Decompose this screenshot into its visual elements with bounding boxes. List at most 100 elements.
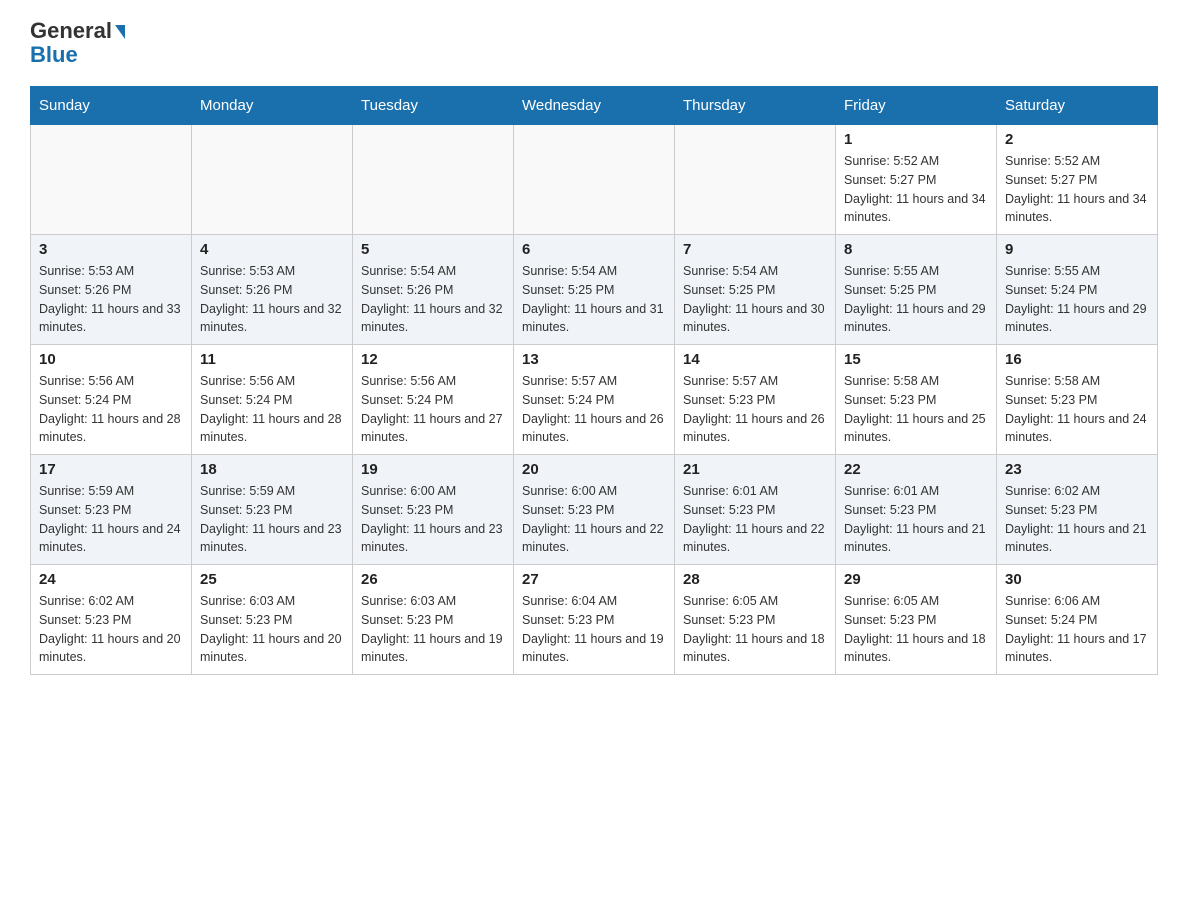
day-info: Sunrise: 5:53 AM Sunset: 5:26 PM Dayligh… (39, 262, 183, 337)
calendar-week-row: 1 Sunrise: 5:52 AM Sunset: 5:27 PM Daylig… (31, 125, 1158, 235)
day-number: 21 (683, 461, 827, 478)
calendar-cell: 17 Sunrise: 5:59 AM Sunset: 5:23 PM Dayli… (31, 455, 192, 565)
day-info: Sunrise: 6:01 AM Sunset: 5:23 PM Dayligh… (683, 482, 827, 557)
calendar-cell: 7 Sunrise: 5:54 AM Sunset: 5:25 PM Daylig… (675, 235, 836, 345)
calendar-cell (31, 125, 192, 235)
day-info: Sunrise: 6:06 AM Sunset: 5:24 PM Dayligh… (1005, 592, 1149, 667)
day-number: 8 (844, 241, 988, 258)
day-number: 23 (1005, 461, 1149, 478)
day-info: Sunrise: 6:00 AM Sunset: 5:23 PM Dayligh… (522, 482, 666, 557)
calendar-cell (514, 125, 675, 235)
day-info: Sunrise: 5:52 AM Sunset: 5:27 PM Dayligh… (1005, 152, 1149, 227)
logo: General Blue (30, 20, 125, 66)
day-info: Sunrise: 6:02 AM Sunset: 5:23 PM Dayligh… (1005, 482, 1149, 557)
day-header-sunday: Sunday (31, 87, 192, 125)
day-info: Sunrise: 5:54 AM Sunset: 5:26 PM Dayligh… (361, 262, 505, 337)
day-number: 13 (522, 351, 666, 368)
day-number: 9 (1005, 241, 1149, 258)
day-number: 27 (522, 571, 666, 588)
calendar-cell: 20 Sunrise: 6:00 AM Sunset: 5:23 PM Dayli… (514, 455, 675, 565)
day-info: Sunrise: 6:03 AM Sunset: 5:23 PM Dayligh… (361, 592, 505, 667)
day-number: 22 (844, 461, 988, 478)
calendar-cell: 15 Sunrise: 5:58 AM Sunset: 5:23 PM Dayli… (836, 345, 997, 455)
calendar-cell: 4 Sunrise: 5:53 AM Sunset: 5:26 PM Daylig… (192, 235, 353, 345)
day-number: 25 (200, 571, 344, 588)
calendar-cell: 8 Sunrise: 5:55 AM Sunset: 5:25 PM Daylig… (836, 235, 997, 345)
logo-general-text: General (30, 20, 125, 42)
day-number: 28 (683, 571, 827, 588)
page-header: General Blue (30, 20, 1158, 66)
calendar-cell: 23 Sunrise: 6:02 AM Sunset: 5:23 PM Dayli… (997, 455, 1158, 565)
calendar-cell: 22 Sunrise: 6:01 AM Sunset: 5:23 PM Dayli… (836, 455, 997, 565)
day-header-tuesday: Tuesday (353, 87, 514, 125)
day-number: 24 (39, 571, 183, 588)
day-number: 19 (361, 461, 505, 478)
day-info: Sunrise: 5:55 AM Sunset: 5:24 PM Dayligh… (1005, 262, 1149, 337)
day-info: Sunrise: 5:56 AM Sunset: 5:24 PM Dayligh… (200, 372, 344, 447)
calendar-cell: 14Sunrise: 5:57 AM Sunset: 5:23 PM Dayli… (675, 345, 836, 455)
calendar-cell: 19 Sunrise: 6:00 AM Sunset: 5:23 PM Dayli… (353, 455, 514, 565)
calendar-cell (675, 125, 836, 235)
day-info: Sunrise: 6:02 AM Sunset: 5:23 PM Dayligh… (39, 592, 183, 667)
day-number: 4 (200, 241, 344, 258)
calendar-cell: 24 Sunrise: 6:02 AM Sunset: 5:23 PM Dayli… (31, 565, 192, 675)
day-header-saturday: Saturday (997, 87, 1158, 125)
day-info: Sunrise: 5:55 AM Sunset: 5:25 PM Dayligh… (844, 262, 988, 337)
day-number: 2 (1005, 131, 1149, 148)
day-info: Sunrise: 5:53 AM Sunset: 5:26 PM Dayligh… (200, 262, 344, 337)
day-info: Sunrise: 5:58 AM Sunset: 5:23 PM Dayligh… (844, 372, 988, 447)
day-info: Sunrise: 6:00 AM Sunset: 5:23 PM Dayligh… (361, 482, 505, 557)
day-info: Sunrise: 6:05 AM Sunset: 5:23 PM Dayligh… (844, 592, 988, 667)
calendar-cell: 11Sunrise: 5:56 AM Sunset: 5:24 PM Dayli… (192, 345, 353, 455)
day-info: Sunrise: 5:56 AM Sunset: 5:24 PM Dayligh… (361, 372, 505, 447)
day-info: Sunrise: 5:56 AM Sunset: 5:24 PM Dayligh… (39, 372, 183, 447)
day-info: Sunrise: 5:54 AM Sunset: 5:25 PM Dayligh… (522, 262, 666, 337)
day-info: Sunrise: 5:59 AM Sunset: 5:23 PM Dayligh… (39, 482, 183, 557)
day-number: 1 (844, 131, 988, 148)
day-info: Sunrise: 5:57 AM Sunset: 5:24 PM Dayligh… (522, 372, 666, 447)
calendar-cell: 27 Sunrise: 6:04 AM Sunset: 5:23 PM Dayli… (514, 565, 675, 675)
calendar-cell: 2 Sunrise: 5:52 AM Sunset: 5:27 PM Daylig… (997, 125, 1158, 235)
calendar-week-row: 24 Sunrise: 6:02 AM Sunset: 5:23 PM Dayli… (31, 565, 1158, 675)
day-info: Sunrise: 6:03 AM Sunset: 5:23 PM Dayligh… (200, 592, 344, 667)
calendar-cell: 3 Sunrise: 5:53 AM Sunset: 5:26 PM Daylig… (31, 235, 192, 345)
day-number: 15 (844, 351, 988, 368)
day-number: 10 (39, 351, 183, 368)
calendar-cell: 28 Sunrise: 6:05 AM Sunset: 5:23 PM Dayli… (675, 565, 836, 675)
calendar-cell: 1 Sunrise: 5:52 AM Sunset: 5:27 PM Daylig… (836, 125, 997, 235)
day-header-wednesday: Wednesday (514, 87, 675, 125)
calendar-cell: 21 Sunrise: 6:01 AM Sunset: 5:23 PM Dayli… (675, 455, 836, 565)
logo-blue-text: Blue (30, 44, 78, 66)
day-info: Sunrise: 6:01 AM Sunset: 5:23 PM Dayligh… (844, 482, 988, 557)
day-number: 6 (522, 241, 666, 258)
calendar-cell: 26 Sunrise: 6:03 AM Sunset: 5:23 PM Dayli… (353, 565, 514, 675)
day-info: Sunrise: 5:57 AM Sunset: 5:23 PM Dayligh… (683, 372, 827, 447)
calendar-cell: 13 Sunrise: 5:57 AM Sunset: 5:24 PM Dayli… (514, 345, 675, 455)
day-info: Sunrise: 6:04 AM Sunset: 5:23 PM Dayligh… (522, 592, 666, 667)
day-info: Sunrise: 6:05 AM Sunset: 5:23 PM Dayligh… (683, 592, 827, 667)
day-number: 29 (844, 571, 988, 588)
day-number: 30 (1005, 571, 1149, 588)
day-info: Sunrise: 5:59 AM Sunset: 5:23 PM Dayligh… (200, 482, 344, 557)
day-number: 3 (39, 241, 183, 258)
day-info: Sunrise: 5:54 AM Sunset: 5:25 PM Dayligh… (683, 262, 827, 337)
day-number: 12 (361, 351, 505, 368)
calendar-week-row: 3 Sunrise: 5:53 AM Sunset: 5:26 PM Daylig… (31, 235, 1158, 345)
calendar-header-row: SundayMondayTuesdayWednesdayThursdayFrid… (31, 87, 1158, 125)
day-number: 16 (1005, 351, 1149, 368)
calendar-table: SundayMondayTuesdayWednesdayThursdayFrid… (30, 86, 1158, 675)
day-number: 5 (361, 241, 505, 258)
day-number: 17 (39, 461, 183, 478)
day-header-thursday: Thursday (675, 87, 836, 125)
day-number: 7 (683, 241, 827, 258)
day-info: Sunrise: 5:58 AM Sunset: 5:23 PM Dayligh… (1005, 372, 1149, 447)
day-header-monday: Monday (192, 87, 353, 125)
day-number: 26 (361, 571, 505, 588)
day-number: 18 (200, 461, 344, 478)
day-number: 20 (522, 461, 666, 478)
day-header-friday: Friday (836, 87, 997, 125)
day-info: Sunrise: 5:52 AM Sunset: 5:27 PM Dayligh… (844, 152, 988, 227)
calendar-cell: 16 Sunrise: 5:58 AM Sunset: 5:23 PM Dayli… (997, 345, 1158, 455)
calendar-cell (353, 125, 514, 235)
calendar-cell: 9 Sunrise: 5:55 AM Sunset: 5:24 PM Daylig… (997, 235, 1158, 345)
